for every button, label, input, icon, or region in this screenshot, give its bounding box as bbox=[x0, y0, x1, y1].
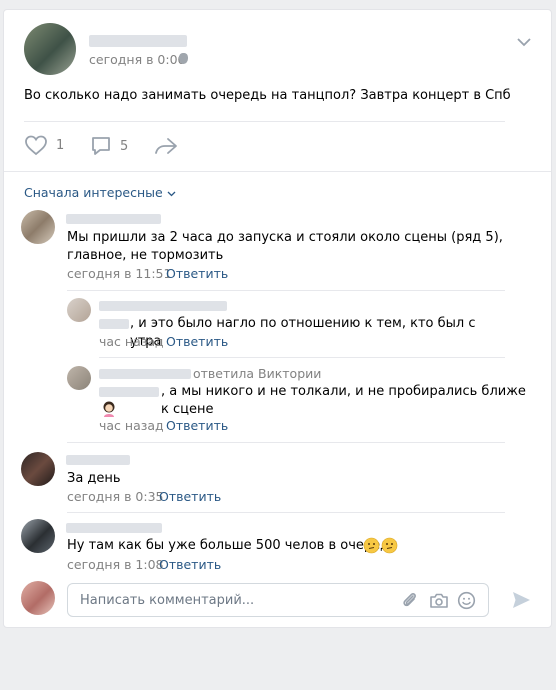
commenter-name-blurred[interactable] bbox=[66, 455, 130, 465]
like-button[interactable]: 1 bbox=[24, 135, 64, 156]
comment-button[interactable]: 5 bbox=[90, 135, 128, 157]
commenter-name-blurred[interactable] bbox=[66, 214, 161, 224]
share-icon bbox=[154, 137, 178, 155]
reply-button[interactable]: Ответить bbox=[166, 418, 228, 433]
author-avatar[interactable] bbox=[24, 23, 76, 75]
girl-emoji-icon bbox=[100, 400, 118, 418]
replied-to-label[interactable]: ответила Виктории bbox=[193, 366, 321, 381]
comment-text: За день bbox=[67, 471, 121, 486]
comment-count: 5 bbox=[120, 138, 129, 154]
post-text: Во сколько надо занимать очередь на танц… bbox=[24, 88, 511, 103]
mention-blurred[interactable] bbox=[99, 387, 159, 397]
comment-time[interactable]: сегодня в 1:08 bbox=[67, 557, 164, 572]
divider bbox=[67, 290, 505, 291]
divider bbox=[99, 357, 505, 358]
divider bbox=[24, 121, 505, 122]
attach-icon[interactable] bbox=[401, 591, 419, 611]
comment-text: Мы пришли за 2 часа до запуска и стояли … bbox=[67, 230, 503, 263]
share-button[interactable] bbox=[154, 137, 178, 155]
divider bbox=[4, 171, 551, 172]
comment-time[interactable]: час назад bbox=[99, 334, 164, 349]
comment-time[interactable]: сегодня в 11:51 bbox=[67, 266, 171, 281]
chevron-down-icon bbox=[167, 185, 176, 200]
thinking-emoji-icon bbox=[381, 537, 398, 554]
commenter-avatar[interactable] bbox=[21, 210, 55, 244]
send-icon bbox=[511, 590, 531, 610]
commenter-avatar[interactable] bbox=[21, 452, 55, 486]
commenter-name-blurred[interactable] bbox=[66, 523, 162, 533]
comment-text: Ну там как бы уже больше 500 челов в оче… bbox=[67, 538, 398, 553]
heart-icon bbox=[24, 135, 48, 156]
author-name-blurred[interactable] bbox=[89, 35, 187, 47]
comment-icon bbox=[90, 135, 112, 157]
reply-button[interactable]: Ответить bbox=[166, 334, 228, 349]
commenter-name-blurred[interactable] bbox=[99, 369, 191, 379]
sort-dropdown[interactable]: Сначала интересные bbox=[24, 185, 176, 200]
send-button[interactable] bbox=[511, 590, 531, 610]
commenter-avatar[interactable] bbox=[67, 366, 91, 390]
divider bbox=[67, 442, 505, 443]
smile-icon[interactable] bbox=[457, 591, 476, 610]
like-count: 1 bbox=[56, 138, 65, 153]
commenter-avatar[interactable] bbox=[67, 298, 91, 322]
chevron-down-icon[interactable] bbox=[516, 37, 532, 47]
comment-text: , а мы никого и не толкали, и не пробира… bbox=[161, 384, 526, 417]
comment-time[interactable]: сегодня в 0:35 bbox=[67, 489, 164, 504]
my-avatar[interactable] bbox=[21, 581, 55, 615]
reply-button[interactable]: Ответить bbox=[159, 557, 221, 572]
reply-button[interactable]: Ответить bbox=[159, 489, 221, 504]
comment-input-placeholder: Написать комментарий... bbox=[80, 593, 255, 608]
comment-time[interactable]: час назад bbox=[99, 418, 164, 433]
commenter-name-blurred[interactable] bbox=[99, 301, 227, 311]
sort-label: Сначала интересные bbox=[24, 185, 163, 200]
mention-blurred[interactable] bbox=[99, 319, 129, 329]
commenter-avatar[interactable] bbox=[21, 519, 55, 553]
divider bbox=[67, 512, 505, 513]
camera-icon[interactable] bbox=[429, 592, 449, 610]
apple-icon bbox=[179, 53, 188, 64]
comment-input[interactable]: Написать комментарий... bbox=[67, 583, 489, 617]
post-time[interactable]: сегодня в 0:00 bbox=[89, 52, 186, 67]
thinking-emoji-icon bbox=[363, 537, 380, 554]
reply-button[interactable]: Ответить bbox=[166, 266, 228, 281]
post-card: сегодня в 0:00 Во сколько надо занимать … bbox=[3, 9, 552, 628]
